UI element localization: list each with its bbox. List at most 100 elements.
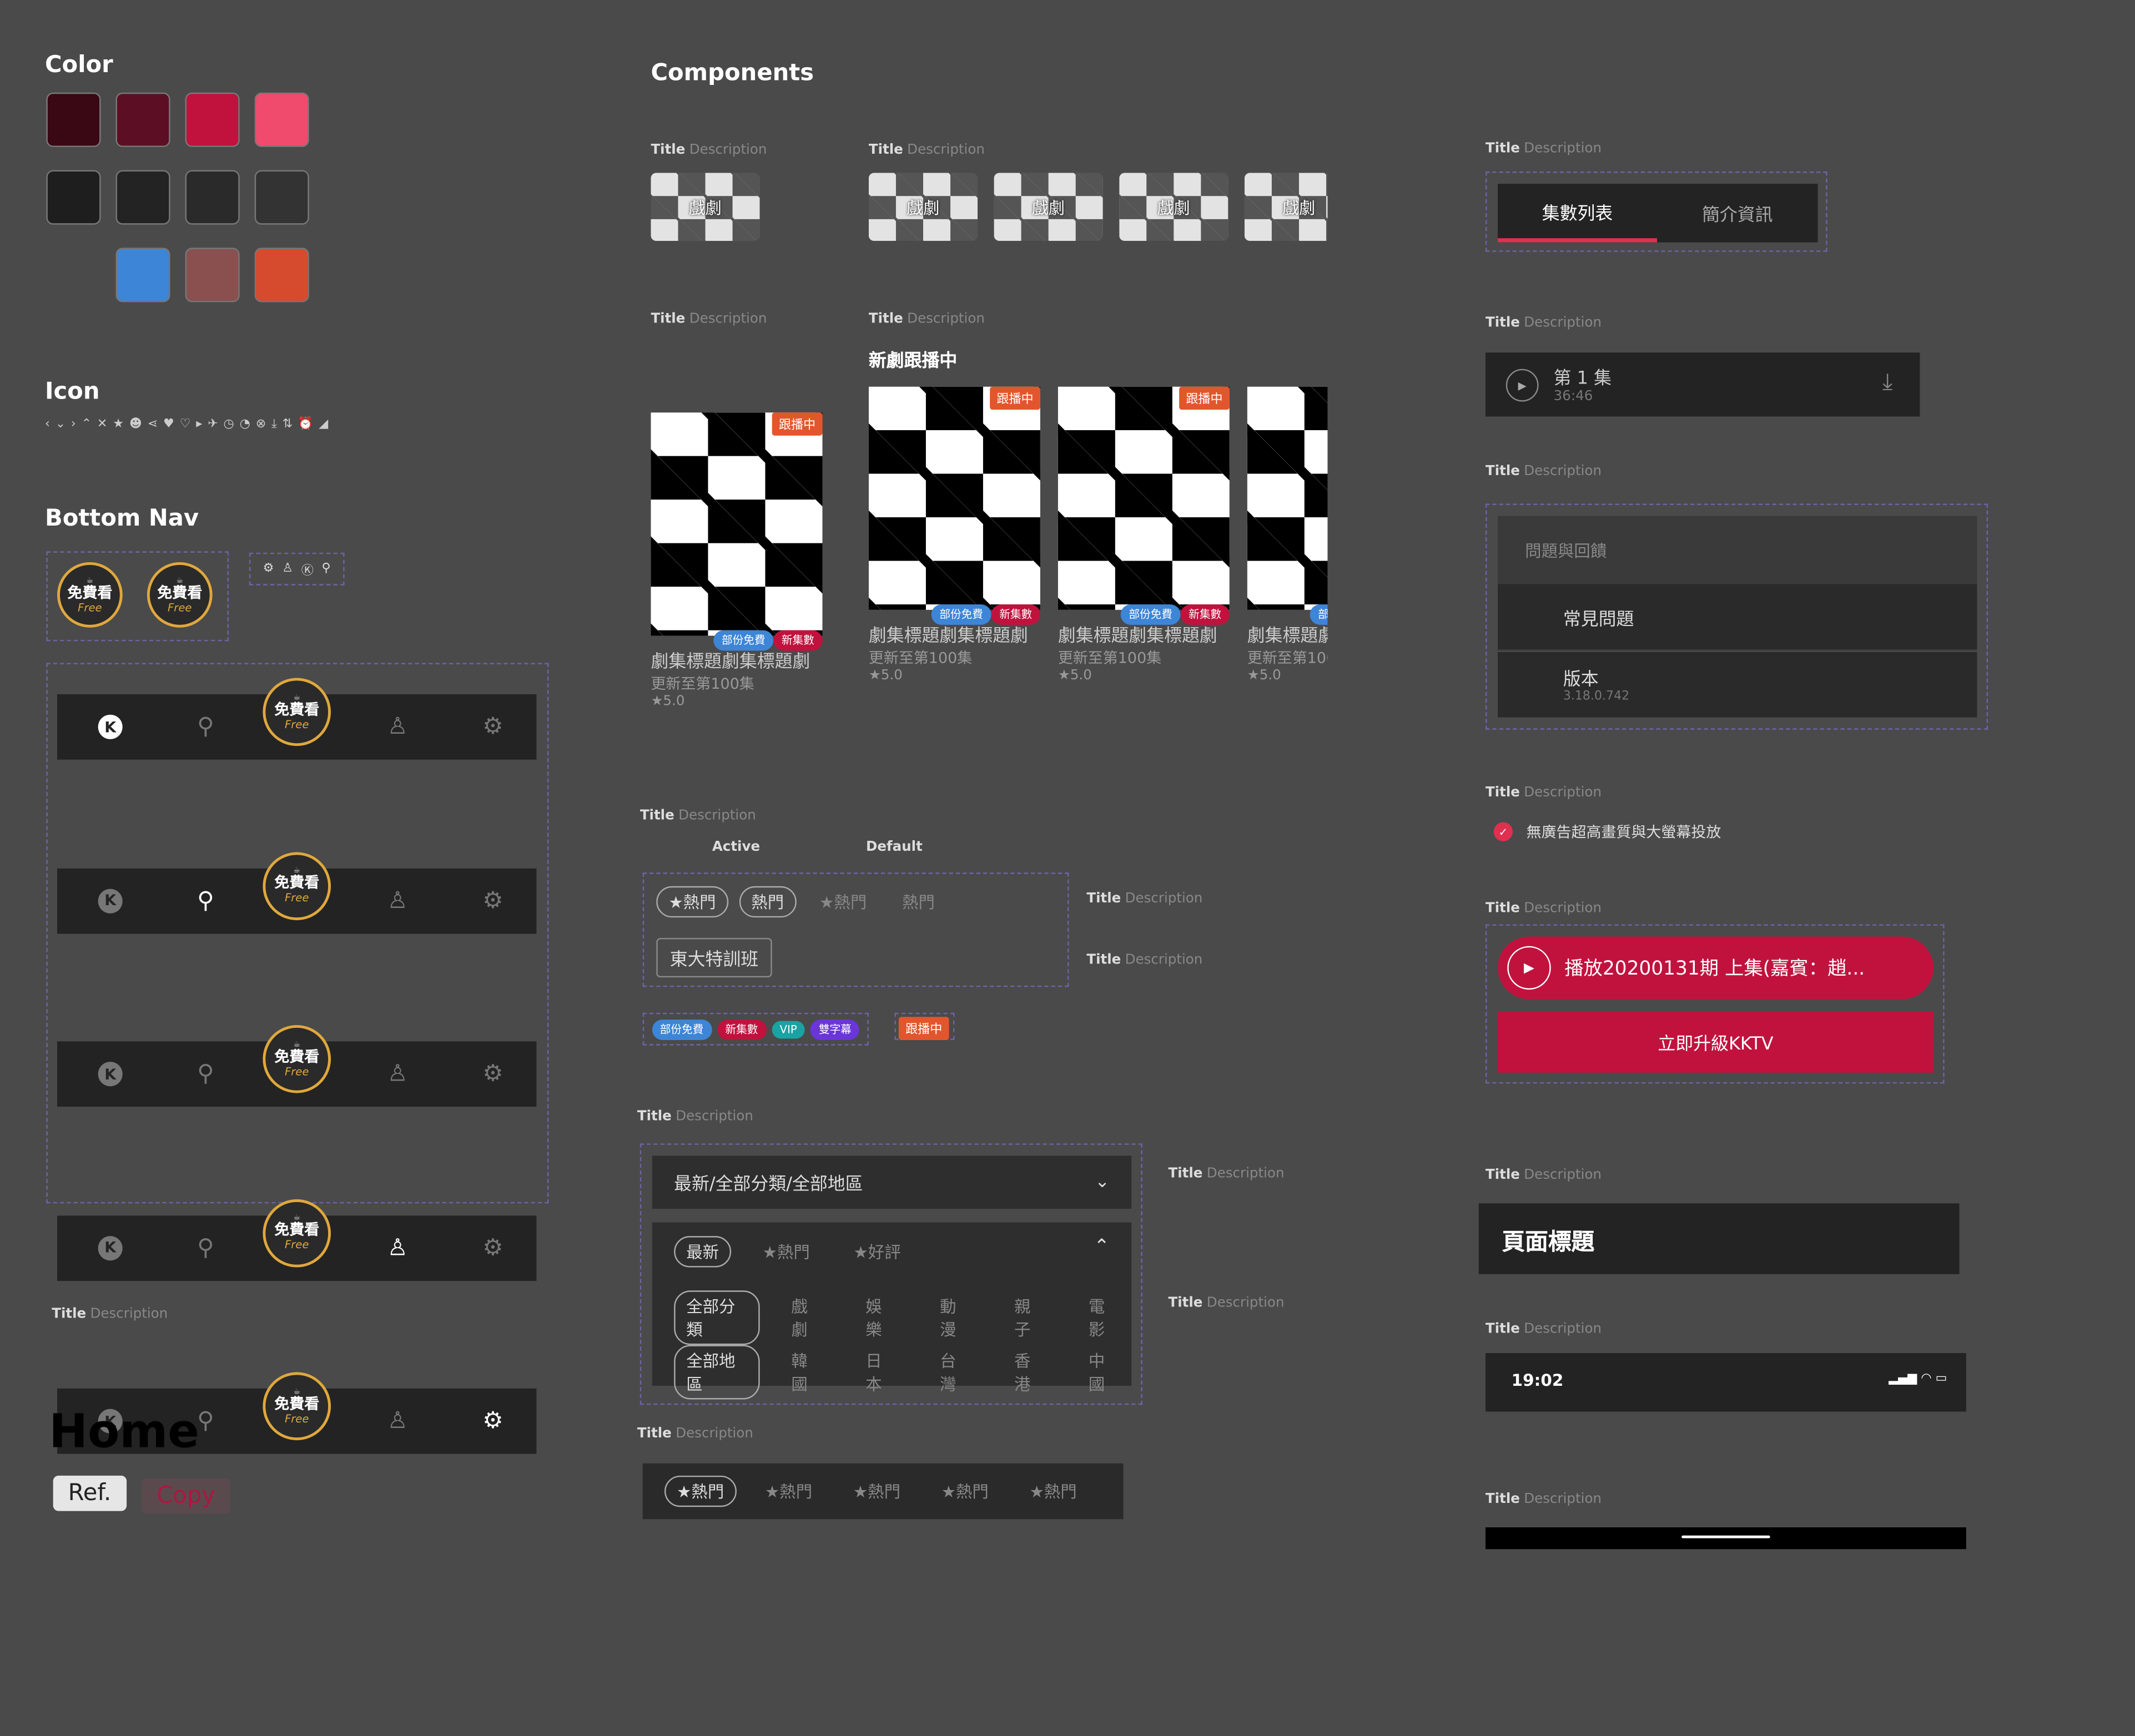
series-card[interactable]: 跟播中 部份免費 新集數 劇集標題劇集標題劇 更新至第100集 ★5.0 [651,412,823,709]
category-option[interactable]: 戲劇 [779,1290,834,1345]
nav-home-icon[interactable]: K [94,884,127,917]
series-card[interactable]: 跟播中 部份免費 新集數 劇集標題劇集標題劇 更新至第100集 ★5.0 [868,386,1040,683]
home-indicator-bar [1486,1527,1966,1550]
episode-duration: 36:46 [1553,389,1593,405]
status-time: 19:02 [1511,1370,1564,1390]
free-watch-badge[interactable]: ☕ 免費看 Free [263,1372,331,1441]
color-swatches [46,92,309,302]
tab-info[interactable]: 簡介資訊 [1657,184,1817,242]
episode-row[interactable]: ▶ 第 1 集 36:46 ⤓ [1486,352,1920,417]
region-option[interactable]: 台灣 [928,1345,983,1399]
nav-search-icon[interactable]: ⚲ [189,710,222,743]
nav-settings-icon[interactable]: ⚙ [476,1405,509,1437]
new-episode-tag: 新集數 [773,630,823,651]
settings-faq[interactable]: 常見問題 [1498,584,1977,651]
home-title: Home [49,1405,199,1460]
settings-header: 問題與回饋 [1498,516,1977,584]
nav-search-icon[interactable]: ⚲ [189,1058,222,1091]
sort-chip[interactable]: ★熱門 [664,1475,737,1507]
bottom-nav-bar: K ⚲ ☕ 免費看 Free ♙ ⚙ [57,851,537,933]
free-watch-badge[interactable]: ☕ 免費看 Free [57,562,123,628]
sort-chip[interactable]: ★熱門 [753,1476,824,1507]
play-episode-button[interactable]: ▶ 播放20200131期 上集(嘉賓：趙... [1498,936,1933,1000]
chip-hot-default[interactable]: 熱門 [890,886,947,917]
play-icon[interactable]: ▶ [1505,369,1539,402]
caption: Title Description [52,1306,168,1322]
series-card[interactable]: 跟播中 部份免費 新集數 劇集標題劇集標題劇 更新至第100集 ★5.0 [1058,386,1230,683]
caption: Title Description [1168,1167,1285,1182]
region-option[interactable]: 香港 [1002,1345,1058,1399]
nav-profile-icon[interactable]: ♙ [381,1232,414,1264]
nav-profile-icon[interactable]: ♙ [381,884,414,917]
check-icon: ✓ [1493,822,1513,841]
chip-variants: ★熱門 熱門 ★熱門 熱門 東大特訓班 [642,872,1069,987]
sort-option[interactable]: ★好評 [841,1236,913,1267]
category-option[interactable]: 動漫 [928,1290,983,1345]
tag-button[interactable]: 東大特訓班 [656,937,772,978]
region-option[interactable]: 日本 [853,1345,909,1399]
sort-option[interactable]: 最新 [674,1236,732,1268]
caption: Title Description [637,1426,753,1442]
nav-settings-icon[interactable]: ⚙ [476,884,509,917]
series-card[interactable]: 部份免費 劇集標題劇集標題劇 更新至第100集 ★5.0 [1247,386,1328,683]
region-option[interactable]: 韓國 [779,1345,834,1399]
swatch [185,248,240,302]
free-watch-badge[interactable]: ☕ 免費看 Free [263,678,331,746]
nav-profile-icon[interactable]: ♙ [381,1405,414,1437]
nav-profile-icon[interactable]: ♙ [381,710,414,743]
free-watch-badge[interactable]: ☕ 免費看 Free [263,1198,331,1267]
sort-chip[interactable]: ★熱門 [929,1476,1001,1507]
partial-free-tag: 部份免費 [652,1018,712,1039]
active-label: Active [712,840,761,855]
caption: Title Description [1486,901,1602,916]
tab-episodes[interactable]: 集數列表 [1498,184,1658,243]
swatch [254,92,309,147]
icon-set: ‹ ⌄ › ⌃ ✕ ★ ☻ ⋖ ♥ ♡ ▸ ✈ ◷ ◔ ⊗ ⤓ ⇅ ⏰ ◢ [45,418,328,432]
default-label: Default [865,840,923,855]
category-option[interactable]: 親子 [1002,1290,1058,1345]
category-option[interactable]: 電影 [1076,1290,1132,1345]
nav-settings-icon[interactable]: ⚙ [476,1232,509,1264]
region-option[interactable]: 中國 [1076,1345,1132,1399]
nav-home-icon[interactable]: K [94,710,127,743]
copy-button[interactable]: Copy [142,1478,230,1514]
ref-button[interactable]: Ref. [53,1475,127,1511]
nav-search-icon[interactable]: ⚲ [189,1232,222,1264]
nav-settings-icon[interactable]: ⚙ [476,710,509,743]
category-option[interactable]: 全部分類 [674,1290,760,1345]
filter-dropdown[interactable]: 最新/全部分類/全部地區 ⌄ [652,1155,1132,1209]
category-option[interactable]: 娛樂 [853,1290,909,1345]
chevron-up-icon[interactable]: ⌃ [1094,1236,1110,1258]
free-watch-badge-alt[interactable]: ☕ 免費看 Free [147,562,213,628]
person-icon: ♙ [282,562,294,576]
chip-hot-active[interactable]: 熱門 [739,886,797,918]
nav-search-icon[interactable]: ⚲ [189,884,222,917]
chip-hot-default-star[interactable]: ★熱門 [807,886,879,917]
bottom-nav-bar: K ⚲ ☕ 免費看 Free ♙ ⚙ [57,1025,537,1107]
upgrade-button[interactable]: 立即升級KKTV [1498,1011,1933,1073]
caption: Title Description [1168,1296,1285,1311]
icon-section-title: Icon [44,378,100,406]
category-thumbnail[interactable]: 戲劇 [868,173,978,241]
chip-hot-active-star[interactable]: ★熱門 [656,886,728,918]
nav-home-icon[interactable]: K [94,1058,127,1091]
category-thumbnail[interactable]: 戲劇 [1119,173,1228,241]
caption: Title Description [1486,464,1602,480]
glyph-icon: ⇅ [282,418,293,432]
category-thumbnail[interactable]: 戲劇 [1244,173,1328,241]
download-icon[interactable]: ⤓ [1882,369,1892,396]
sort-option[interactable]: ★熱門 [751,1236,822,1267]
region-option[interactable]: 全部地區 [674,1345,760,1400]
category-thumbnail[interactable]: 戲劇 [651,173,760,241]
sort-chip[interactable]: ★熱門 [1017,1476,1089,1507]
free-watch-badge[interactable]: ☕ 免費看 Free [263,851,331,920]
swatch [185,92,240,147]
caption: Title Description [1086,952,1203,968]
nav-settings-icon[interactable]: ⚙ [476,1058,509,1091]
tab-bar: 集數列表 簡介資訊 [1498,184,1818,243]
sort-chip[interactable]: ★熱門 [841,1476,913,1507]
nav-home-icon[interactable]: K [94,1232,127,1264]
free-watch-badge[interactable]: ☕ 免費看 Free [263,1025,331,1093]
nav-profile-icon[interactable]: ♙ [381,1058,414,1091]
category-thumbnail[interactable]: 戲劇 [994,173,1103,241]
